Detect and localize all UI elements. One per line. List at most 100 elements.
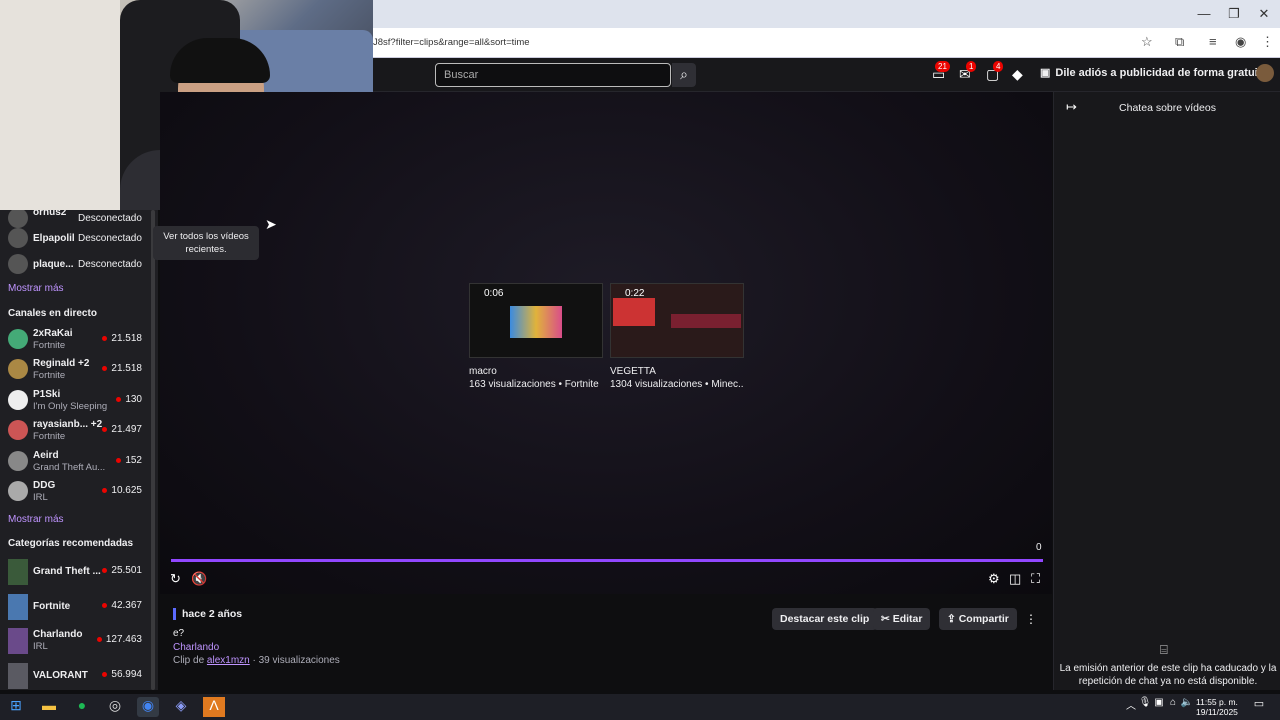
show-more-live[interactable]: Mostrar más <box>8 514 64 525</box>
clip-category-link[interactable]: Charlando <box>173 642 219 653</box>
loot-badge: 21 <box>935 61 950 72</box>
sidebar-scrollbar[interactable] <box>151 210 155 690</box>
recent-clip-card[interactable]: 0:22 VEGETTA 1304 visualizaciones • Mine… <box>610 283 744 390</box>
live-dot-icon <box>102 671 108 677</box>
fullscreen-icon[interactable]: ⛶ <box>1031 571 1040 587</box>
settings-gear-icon[interactable]: ⚙ <box>988 571 1000 587</box>
live-channel[interactable]: P1Ski I'm Only Sleeping 130 <box>0 386 150 416</box>
discord-icon[interactable]: ◈ <box>170 697 192 717</box>
system-clock[interactable]: 11:55 p. m. 19/11/2025 <box>1196 697 1238 717</box>
live-channel[interactable]: Aeird Grand Theft Au... 152 <box>0 447 150 477</box>
restore-icon[interactable]: ❐ <box>1224 6 1244 22</box>
clip-byline: Clip de alex1mzn · 39 visualizaciones <box>173 655 340 666</box>
file-explorer-icon[interactable]: ▬ <box>38 697 60 717</box>
clip-title: macro <box>469 366 497 377</box>
followed-channel[interactable]: plaque... Desconectado <box>0 250 150 280</box>
bookmark-star-icon[interactable]: ☆ <box>1141 34 1153 50</box>
live-dot-icon <box>102 335 108 341</box>
channel-game: Fortnite <box>33 431 66 442</box>
category-thumbnail <box>8 628 28 654</box>
extensions-icon[interactable]: ⧉ <box>1175 34 1184 50</box>
ad-free-promo[interactable]: ▣ Dile adiós a publicidad de forma gratui… <box>1040 66 1268 79</box>
avatar <box>8 420 28 440</box>
channel-game: Fortnite <box>33 370 66 381</box>
viewer-count-value: 21.518 <box>111 333 142 344</box>
clip-meta: 163 visualizaciones • Fortnite <box>469 379 599 390</box>
feature-clip-button[interactable]: Destacar este clip <box>772 608 878 630</box>
viewer-count: 21.518 <box>102 333 142 344</box>
live-dot-icon <box>116 457 122 463</box>
clip-thumbnail: 0:22 <box>610 283 744 358</box>
viewer-count-value: 42.367 <box>111 600 142 611</box>
chat-header: Chatea sobre vídeos <box>1119 102 1216 114</box>
byline-prefix: Clip de <box>173 655 205 666</box>
ad-free-label: Dile adiós a publicidad de forma gratuit… <box>1055 67 1268 79</box>
obs-icon[interactable]: ◎ <box>104 697 126 717</box>
live-channel[interactable]: Reginald +2 Fortnite 21.518 <box>0 355 150 385</box>
recent-clip-card[interactable]: 0:06 macro 163 visualizaciones • Fortnit… <box>469 283 603 390</box>
viewer-count: 152 <box>116 455 142 466</box>
clip-thumbnail-image <box>510 306 562 338</box>
close-icon[interactable]: ✕ <box>1254 6 1274 22</box>
theatre-mode-icon[interactable]: ◫ <box>1009 571 1021 587</box>
live-dot-icon <box>102 365 108 371</box>
user-avatar[interactable] <box>1256 64 1274 82</box>
category-name: VALORANT <box>33 670 88 681</box>
channel-game: I'm Only Sleeping <box>33 401 108 412</box>
more-options-icon[interactable]: ⋮ <box>1025 612 1037 626</box>
app-launcher-icon[interactable]: Λ <box>203 697 225 717</box>
video-player[interactable] <box>160 92 1052 594</box>
clip-author-link[interactable]: alex1mzn <box>207 655 250 666</box>
search-input[interactable]: Buscar <box>435 63 671 87</box>
address-bar[interactable]: J8sf?filter=clips&range=all&sort=time ☆ … <box>373 28 1280 58</box>
chrome-icon[interactable]: ◉ <box>137 697 159 717</box>
url-text: J8sf?filter=clips&range=all&sort=time <box>373 37 530 48</box>
windows-start-icon[interactable]: ⊞ <box>5 697 27 717</box>
profile-icon[interactable]: ◉ <box>1235 34 1246 50</box>
viewer-count-value: 21.497 <box>111 424 142 435</box>
volume-icon[interactable]: 🔈 <box>1176 697 1198 717</box>
clip-thumbnail: 0:06 <box>469 283 603 358</box>
tab-bar <box>373 0 1280 28</box>
edit-button[interactable]: ✂ Editar <box>873 608 931 630</box>
scissors-icon: ✂ <box>881 613 893 625</box>
channel-name: P1Ski <box>33 389 61 400</box>
category-name: Grand Theft ... <box>33 566 101 577</box>
live-channel[interactable]: rayasianb... +2 Fortnite 21.497 <box>0 416 150 446</box>
clip-views: · 39 visualizaciones <box>252 655 340 666</box>
bits-icon[interactable]: ◆ <box>1012 66 1023 83</box>
category-item[interactable]: Fortnite 42.367 <box>0 592 150 622</box>
recent-videos-tooltip: Ver todos los vídeos recientes. <box>153 226 259 260</box>
share-button[interactable]: ⇪ Compartir <box>939 608 1017 630</box>
viewer-count-value: 152 <box>125 455 142 466</box>
category-item[interactable]: VALORANT 56.994 <box>0 661 150 691</box>
menu-kebab-icon[interactable]: ⋮ <box>1261 34 1274 50</box>
live-dot-icon <box>102 602 108 608</box>
progress-bar[interactable] <box>171 559 1043 562</box>
mute-icon[interactable]: 🔇 <box>191 571 207 587</box>
chat-unavailable-icon: ⌸ <box>1160 642 1168 657</box>
category-item[interactable]: Grand Theft ... 25.501 <box>0 557 150 587</box>
notification-center-icon[interactable]: ▭ <box>1248 697 1270 717</box>
search-button[interactable]: ⌕ <box>672 63 696 87</box>
live-dot-icon <box>116 396 122 402</box>
live-channel[interactable]: DDG IRL 10.625 <box>0 477 150 507</box>
viewer-count: 127.463 <box>96 634 142 645</box>
webcam-hair <box>170 38 270 83</box>
category-item[interactable]: Charlando IRL 127.463 <box>0 626 150 656</box>
viewer-count: 10.625 <box>102 485 142 496</box>
replay-icon[interactable]: ↻ <box>170 571 181 587</box>
avatar <box>8 329 28 349</box>
mouse-cursor: ➤ <box>265 216 277 232</box>
spotify-icon[interactable]: ● <box>71 697 93 717</box>
channel-game: IRL <box>33 492 48 503</box>
channel-name: 2xRaKai <box>33 328 73 339</box>
avatar <box>8 254 28 274</box>
channel-name: rayasianb... +2 <box>33 419 103 430</box>
recommended-categories-header: Categorías recomendadas <box>8 538 134 549</box>
viewer-count-value: 10.625 <box>111 485 142 496</box>
media-icon[interactable]: ≡ <box>1209 34 1217 49</box>
minimize-icon[interactable]: — <box>1194 6 1214 21</box>
live-channel[interactable]: 2xRaKai Fortnite 21.518 <box>0 325 150 355</box>
show-more-followed[interactable]: Mostrar más <box>8 283 64 294</box>
